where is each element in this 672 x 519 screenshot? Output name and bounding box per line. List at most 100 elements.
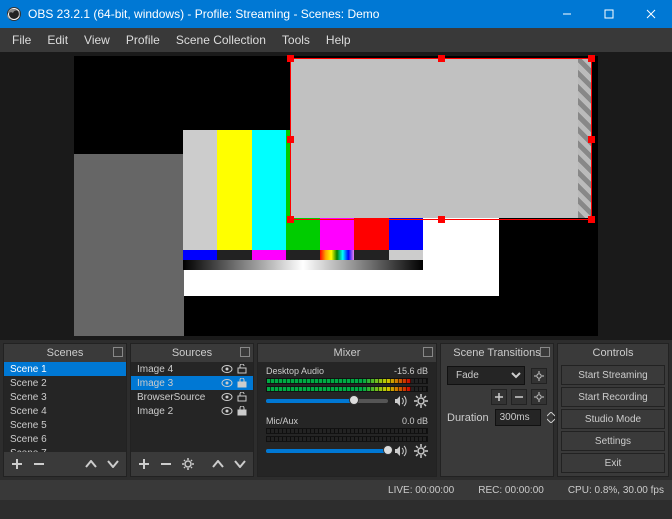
- mixer-channel: Desktop Audio -15.6 dB: [258, 362, 436, 412]
- preview-area[interactable]: [0, 52, 672, 340]
- sources-title: Sources: [131, 344, 253, 362]
- transition-select[interactable]: Fade: [447, 366, 525, 385]
- scene-item[interactable]: Scene 4: [4, 404, 126, 418]
- visibility-icon[interactable]: [221, 392, 233, 402]
- menu-help[interactable]: Help: [318, 29, 359, 51]
- channel-name: Desktop Audio: [266, 366, 324, 376]
- status-live: LIVE: 00:00:00: [388, 485, 454, 496]
- scene-transitions-title: Scene Transitions: [441, 344, 553, 362]
- duration-input[interactable]: [495, 409, 541, 426]
- pop-out-icon[interactable]: [240, 347, 250, 357]
- obs-logo-icon: [6, 6, 22, 22]
- audio-meter: [266, 436, 428, 442]
- window-title: OBS 23.2.1 (64-bit, windows) - Profile: …: [28, 7, 546, 21]
- menu-tools[interactable]: Tools: [274, 29, 318, 51]
- channel-settings-icon[interactable]: [414, 444, 428, 458]
- minimize-button[interactable]: [546, 0, 588, 28]
- channel-db: 0.0 dB: [402, 416, 428, 426]
- add-scene-button[interactable]: [10, 457, 24, 471]
- controls-body: Start StreamingStart RecordingStudio Mod…: [558, 362, 668, 476]
- menu-profile[interactable]: Profile: [118, 29, 168, 51]
- duration-spinner[interactable]: [547, 410, 555, 426]
- scene-item[interactable]: Scene 6: [4, 432, 126, 446]
- menu-scene-collection[interactable]: Scene Collection: [168, 29, 274, 51]
- speaker-icon[interactable]: [394, 394, 408, 408]
- pop-out-icon[interactable]: [113, 347, 123, 357]
- scene-item[interactable]: Scene 3: [4, 390, 126, 404]
- visibility-icon[interactable]: [221, 378, 233, 388]
- menu-view[interactable]: View: [76, 29, 118, 51]
- transition-properties-button[interactable]: [531, 368, 547, 384]
- source-item[interactable]: Image 3: [131, 376, 253, 390]
- control-button-studio-mode[interactable]: Studio Mode: [561, 409, 665, 429]
- control-button-settings[interactable]: Settings: [561, 431, 665, 451]
- audio-meter: [266, 386, 428, 392]
- move-source-down-button[interactable]: [233, 457, 247, 471]
- visibility-icon[interactable]: [221, 406, 233, 416]
- audio-meter: [266, 428, 428, 434]
- mixer-panel: Mixer Desktop Audio -15.6 dB Mic/Aux0.0 dB: [257, 343, 437, 477]
- gradient-strip-icon: [183, 260, 423, 270]
- menu-file[interactable]: File: [4, 29, 39, 51]
- source-item[interactable]: BrowserSource: [131, 390, 253, 404]
- scenes-list[interactable]: Scene 1Scene 2Scene 3Scene 4Scene 5Scene…: [4, 362, 126, 452]
- controls-title: Controls: [558, 344, 668, 362]
- status-cpu: CPU: 0.8%, 30.00 fps: [568, 485, 664, 496]
- source-label: Image 2: [137, 406, 173, 417]
- channel-settings-icon[interactable]: [414, 394, 428, 408]
- source-bg-gray: [74, 154, 184, 336]
- sources-list[interactable]: Image 4Image 3 BrowserSource Image 2: [131, 362, 253, 452]
- mixer-channel: Mic/Aux0.0 dB: [258, 412, 436, 462]
- move-source-up-button[interactable]: [211, 457, 225, 471]
- scenes-panel: Scenes Scene 1Scene 2Scene 3Scene 4Scene…: [3, 343, 127, 477]
- preview-canvas[interactable]: [74, 56, 598, 336]
- scene-transitions-panel: Scene Transitions Fade Duration: [440, 343, 554, 477]
- move-scene-down-button[interactable]: [106, 457, 120, 471]
- speaker-icon[interactable]: [394, 444, 408, 458]
- transition-settings-button[interactable]: [531, 389, 547, 405]
- scene-item[interactable]: Scene 5: [4, 418, 126, 432]
- channel-db: -15.6 dB: [394, 366, 428, 376]
- source-item[interactable]: Image 4: [131, 362, 253, 376]
- lock-icon[interactable]: [237, 392, 247, 402]
- scenes-title: Scenes: [4, 344, 126, 362]
- remove-transition-button[interactable]: [511, 389, 527, 405]
- control-button-start-recording[interactable]: Start Recording: [561, 387, 665, 407]
- offscreen-hatch-icon: [578, 58, 592, 218]
- scene-item[interactable]: Scene 2: [4, 376, 126, 390]
- move-scene-up-button[interactable]: [84, 457, 98, 471]
- sources-panel: Sources Image 4Image 3BrowserSourceImage…: [130, 343, 254, 477]
- scene-item[interactable]: Scene 1: [4, 362, 126, 376]
- source-rect-gray: [290, 58, 578, 218]
- source-properties-button[interactable]: [181, 457, 195, 471]
- lock-icon[interactable]: [237, 364, 247, 374]
- add-source-button[interactable]: [137, 457, 151, 471]
- source-label: BrowserSource: [137, 392, 205, 403]
- remove-source-button[interactable]: [159, 457, 173, 471]
- mixer-title: Mixer: [258, 344, 436, 362]
- source-label: Image 4: [137, 364, 173, 375]
- scene-transitions-body: Fade Duration: [441, 362, 553, 430]
- menu-edit[interactable]: Edit: [39, 29, 76, 51]
- volume-slider[interactable]: [266, 399, 388, 403]
- lock-icon[interactable]: [237, 406, 247, 416]
- maximize-button[interactable]: [588, 0, 630, 28]
- close-button[interactable]: [630, 0, 672, 28]
- pop-out-icon[interactable]: [423, 347, 433, 357]
- add-transition-button[interactable]: [491, 389, 507, 405]
- visibility-icon[interactable]: [221, 364, 233, 374]
- source-item[interactable]: Image 2: [131, 404, 253, 418]
- control-button-exit[interactable]: Exit: [561, 453, 665, 473]
- lock-icon[interactable]: [237, 378, 247, 388]
- status-bar: LIVE: 00:00:00 REC: 00:00:00 CPU: 0.8%, …: [0, 480, 672, 500]
- scenes-toolbar: [4, 452, 126, 476]
- controls-panel: Controls Start StreamingStart RecordingS…: [557, 343, 669, 477]
- duration-label: Duration: [447, 412, 489, 424]
- volume-slider[interactable]: [266, 449, 388, 453]
- remove-scene-button[interactable]: [32, 457, 46, 471]
- titlebar: OBS 23.2.1 (64-bit, windows) - Profile: …: [0, 0, 672, 28]
- control-button-start-streaming[interactable]: Start Streaming: [561, 365, 665, 385]
- pop-out-icon[interactable]: [540, 347, 550, 357]
- audio-meter: [266, 378, 428, 384]
- mixer-body: Desktop Audio -15.6 dB Mic/Aux0.0 dB: [258, 362, 436, 476]
